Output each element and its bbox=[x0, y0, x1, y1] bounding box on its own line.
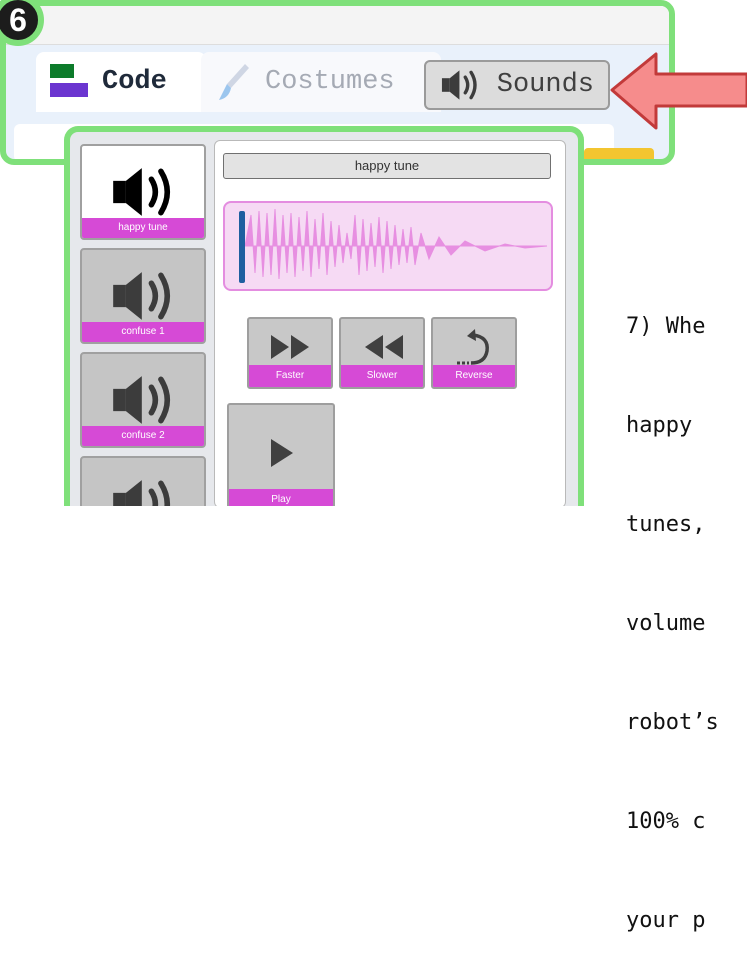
instruction-line: volume bbox=[626, 611, 706, 636]
instruction-line: 100% c bbox=[626, 809, 706, 834]
sound-name-field[interactable]: happy tune bbox=[223, 153, 551, 179]
tab-costumes-label: Costumes bbox=[265, 67, 395, 97]
code-blocks-icon bbox=[50, 64, 88, 100]
sound-item-partial[interactable] bbox=[80, 456, 206, 506]
sound-item-label: happy tune bbox=[82, 218, 204, 238]
speaker-icon bbox=[113, 376, 171, 424]
tab-sounds[interactable]: Sounds bbox=[424, 60, 610, 110]
sound-editor-panel: happy tune confuse 1 confuse 2 happy tun… bbox=[64, 126, 584, 506]
slower-button[interactable]: Slower bbox=[339, 317, 425, 389]
play-label: Play bbox=[229, 489, 333, 506]
instruction-line: your p bbox=[626, 908, 706, 933]
sound-item-label: confuse 2 bbox=[82, 426, 204, 446]
rewind-icon bbox=[365, 335, 403, 359]
sound-item-label: confuse 1 bbox=[82, 322, 204, 342]
instruction-text: 7) Whe happy tunes, volume robot’s 100% … bbox=[626, 244, 747, 970]
waveform-display[interactable] bbox=[223, 201, 553, 291]
pointer-arrow-icon bbox=[610, 52, 747, 130]
reverse-button[interactable]: Reverse bbox=[431, 317, 517, 389]
reverse-label: Reverse bbox=[433, 365, 515, 387]
faster-button[interactable]: Faster bbox=[247, 317, 333, 389]
sound-item-happy-tune[interactable]: happy tune bbox=[80, 144, 206, 240]
paintbrush-icon bbox=[219, 64, 249, 100]
play-icon bbox=[271, 439, 293, 467]
play-button[interactable]: Play bbox=[227, 403, 335, 506]
menu-bar bbox=[6, 6, 669, 45]
instruction-line: tunes, bbox=[626, 512, 706, 537]
slower-label: Slower bbox=[341, 365, 423, 387]
speaker-icon bbox=[441, 70, 477, 100]
sound-editor-pane: happy tune Faster Slower Reverse Play bbox=[214, 140, 566, 506]
instruction-line: robot’s bbox=[626, 710, 719, 735]
playhead[interactable] bbox=[239, 211, 245, 283]
speaker-icon bbox=[113, 168, 171, 216]
yellow-chip bbox=[584, 148, 654, 159]
instruction-line: 7) Whe bbox=[626, 314, 706, 339]
speaker-icon bbox=[113, 272, 171, 320]
tab-sounds-label: Sounds bbox=[496, 70, 594, 100]
sound-item-confuse-1[interactable]: confuse 1 bbox=[80, 248, 206, 344]
faster-label: Faster bbox=[249, 365, 331, 387]
sound-item-confuse-2[interactable]: confuse 2 bbox=[80, 352, 206, 448]
speaker-icon bbox=[113, 480, 171, 506]
waveform-graphic bbox=[239, 208, 548, 283]
tab-code-label: Code bbox=[102, 67, 167, 97]
tab-costumes[interactable]: Costumes bbox=[201, 52, 441, 112]
reverse-icon bbox=[457, 329, 489, 365]
instruction-line: happy bbox=[626, 413, 693, 438]
fast-forward-icon bbox=[271, 335, 309, 359]
tab-code[interactable]: Code bbox=[36, 52, 206, 112]
